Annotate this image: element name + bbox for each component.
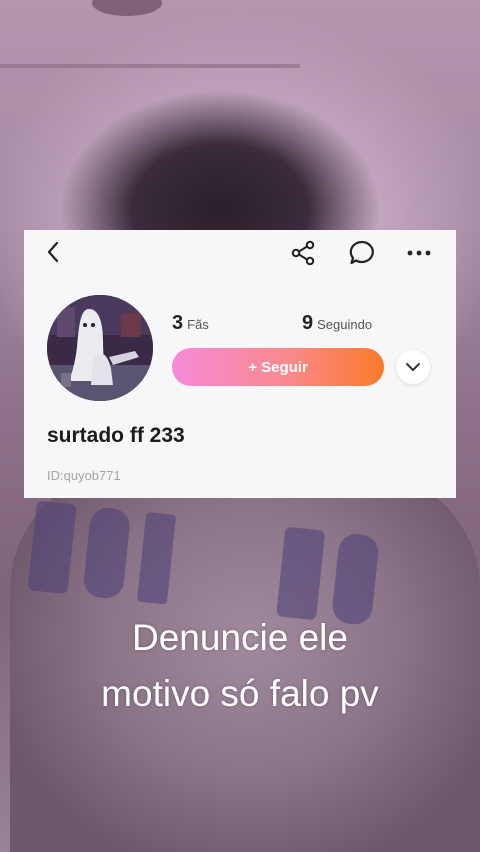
profile-card: 3 Fãs 9 Seguindo + Seguir surtado ff 233 I… (24, 230, 456, 498)
chat-icon[interactable] (348, 239, 376, 267)
chevron-down-icon (406, 363, 420, 371)
caption-line-1: Denuncie ele (132, 617, 348, 658)
back-icon[interactable] (42, 240, 66, 264)
share-icon[interactable] (290, 240, 316, 266)
profile-top-bar (24, 230, 456, 276)
username: surtado ff 233 (47, 424, 185, 447)
following-label: Seguindo (317, 317, 373, 332)
avatar-image (47, 295, 153, 401)
expand-button[interactable] (396, 350, 430, 384)
background-ceiling-line (0, 64, 300, 68)
fans-count: 3 (172, 312, 184, 334)
user-id: ID:quyob771 (47, 468, 121, 483)
follow-button[interactable]: + Seguir (172, 348, 384, 386)
following-stat[interactable]: 9 Seguindo (302, 312, 372, 335)
caption-line-2: motivo só falo pv (101, 673, 379, 714)
avatar[interactable] (47, 295, 153, 401)
fans-stat[interactable]: 3 Fãs (172, 312, 209, 335)
fans-label: Fãs (187, 317, 209, 332)
more-icon[interactable] (406, 240, 432, 266)
following-count: 9 (302, 312, 314, 334)
